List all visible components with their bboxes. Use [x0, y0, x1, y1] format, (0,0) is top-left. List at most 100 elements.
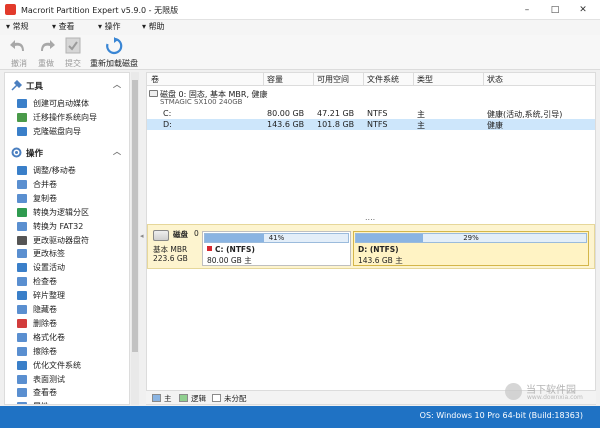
undo-icon: [10, 40, 24, 51]
partition-block-c[interactable]: 41% C: (NTFS) 80.00 GB 主: [202, 231, 351, 266]
status-bar: OS: Windows 10 Pro 64-bit (Build:18363): [0, 406, 600, 428]
menu-general[interactable]: ▾ 常规: [6, 21, 29, 32]
action-icon: [17, 221, 27, 231]
sidebar-action-ops-8[interactable]: 检查卷: [17, 275, 129, 288]
action-icon: [17, 179, 27, 189]
maximize-button[interactable]: □: [541, 0, 569, 20]
cell-vol: C:: [163, 109, 172, 118]
sidebar-action-ops-11[interactable]: 删除卷: [17, 317, 129, 330]
tools-icon: [11, 80, 22, 91]
sidebar-action-label: 属性: [33, 401, 49, 404]
action-icon: [17, 388, 27, 398]
action-icon: [17, 193, 27, 203]
sidebar-collapse-arrow-icon[interactable]: ◂: [140, 232, 144, 240]
partition-block-d[interactable]: 29% D: (NTFS) 143.6 GB 主: [353, 231, 589, 266]
menu-operations[interactable]: ▾ 操作: [98, 21, 121, 32]
watermark: 当下软件园 www.downxia.com: [505, 381, 597, 403]
sidebar-action-ops-17[interactable]: 属性: [17, 400, 129, 404]
minimize-button[interactable]: –: [513, 0, 541, 20]
legend-primary-label: 主: [164, 394, 172, 403]
sidebar-action-ops-6[interactable]: 更改标签: [17, 247, 129, 260]
refresh-icon: [106, 37, 123, 55]
sidebar-action-ops-3[interactable]: 转换为逻辑分区: [17, 206, 129, 219]
watermark-logo-icon: [505, 383, 522, 400]
cell-fs: NTFS: [367, 109, 388, 118]
collapse-chevron-icon[interactable]: ︿: [113, 146, 121, 157]
partition-row[interactable]: C: 80.00 GB 47.21 GB NTFS 主健康(活动,系统,引导): [147, 108, 595, 119]
disk-row[interactable]: 磁盘 0: 固态, 基本 MBR, 健康 STMAGIC SX100 240GB: [147, 87, 595, 107]
legend-primary-swatch: [152, 394, 161, 402]
sidebar-action-tools-2[interactable]: 克隆磁盘向导: [17, 125, 129, 138]
sidebar-action-label: 优化文件系统: [33, 360, 81, 370]
sidebar-action-ops-2[interactable]: 复制卷: [17, 192, 129, 205]
undo-label: 撤消: [11, 59, 27, 68]
main-panel: 卷 容量 可用空间 文件系统 类型 状态 磁盘 0: 固态, 基本 MBR, 健…: [146, 72, 596, 405]
redo-icon: [41, 40, 55, 51]
sidebar: 工具 ︿ 创建可启动媒体 迁移操作系统向导 克隆磁盘向导 操作 ︿ 调整/移动卷 合并…: [4, 72, 130, 405]
redo-button[interactable]: 重做: [36, 37, 56, 69]
undo-button[interactable]: 撤消: [9, 37, 29, 69]
sidebar-action-label: 迁移操作系统向导: [33, 112, 97, 122]
sidebar-action-ops-12[interactable]: 格式化卷: [17, 331, 129, 344]
sidebar-action-label: 调整/移动卷: [33, 166, 76, 175]
cell-capacity: 143.6 GB: [267, 120, 305, 129]
cell-free: 47.21 GB: [317, 109, 355, 118]
partition-row[interactable]: D: 143.6 GB 101.8 GB NTFS 主 健康: [147, 119, 595, 130]
sidebar-action-label: 克隆磁盘向导: [33, 126, 81, 136]
col-capacity[interactable]: 容量: [267, 74, 283, 85]
sidebar-action-label: 转换为逻辑分区: [33, 207, 89, 217]
sidebar-action-ops-5[interactable]: 更改驱动器盘符: [17, 234, 129, 247]
action-icon: [17, 305, 27, 314]
sidebar-scroll-thumb[interactable]: [132, 80, 138, 352]
sidebar-action-ops-10[interactable]: 隐藏卷: [17, 303, 129, 316]
cell-capacity: 80.00 GB: [267, 109, 305, 118]
sidebar-action-ops-0[interactable]: 调整/移动卷: [17, 164, 129, 177]
sidebar-action-label: 查看卷: [33, 388, 57, 398]
collapse-chevron-icon[interactable]: ︿: [113, 79, 121, 90]
sidebar-action-tools-0[interactable]: 创建可启动媒体: [17, 97, 129, 110]
title-bar: Macrorit Partition Expert v5.9.0 - 无限版 –…: [0, 0, 600, 20]
disk-map: 磁盘 0 基本 MBR 223.6 GB 41% C: (NTFS) 80.00…: [147, 224, 595, 269]
sidebar-action-label: 复制卷: [33, 193, 57, 203]
action-icon: [17, 402, 27, 404]
tools-section-header[interactable]: 工具 ︿: [5, 79, 129, 93]
sidebar-action-ops-9[interactable]: 碎片整理: [17, 289, 129, 302]
col-free-space[interactable]: 可用空间: [317, 74, 349, 85]
sidebar-action-label: 格式化卷: [33, 332, 65, 342]
sidebar-action-ops-14[interactable]: 优化文件系统: [17, 359, 129, 372]
action-icon: [17, 263, 27, 273]
column-header-row: 卷 容量 可用空间 文件系统 类型 状态: [147, 73, 595, 86]
operations-section-header[interactable]: 操作 ︿: [5, 146, 129, 160]
col-type[interactable]: 类型: [417, 74, 433, 85]
sidebar-action-label: 创建可启动媒体: [33, 99, 89, 108]
commit-label: 提交: [65, 59, 81, 68]
sidebar-action-ops-13[interactable]: 擦除卷: [17, 345, 129, 358]
col-status[interactable]: 状态: [487, 74, 503, 85]
sidebar-action-label: 合并卷: [33, 179, 57, 189]
reload-disks-button[interactable]: 重新加载磁盘: [90, 37, 138, 69]
sidebar-action-ops-15[interactable]: 表面测试: [17, 373, 129, 386]
close-button[interactable]: ✕: [569, 0, 597, 20]
sidebar-action-ops-16[interactable]: 查看卷: [17, 386, 129, 399]
pane-splitter[interactable]: ....: [365, 213, 375, 222]
menu-view[interactable]: ▾ 查看: [52, 21, 75, 32]
sidebar-action-label: 更改标签: [33, 249, 65, 259]
sidebar-action-tools-1[interactable]: 迁移操作系统向导: [17, 111, 129, 124]
sidebar-action-label: 设置活动: [33, 263, 65, 273]
sidebar-scrollbar[interactable]: [131, 72, 139, 405]
os-info: OS: Windows 10 Pro 64-bit (Build:18363): [419, 411, 583, 420]
sidebar-action-label: 隐藏卷: [33, 305, 57, 314]
menu-help[interactable]: ▾ 帮助: [142, 21, 165, 32]
sidebar-action-ops-4[interactable]: 转换为 FAT32: [17, 220, 129, 233]
sidebar-action-ops-7[interactable]: 设置活动: [17, 261, 129, 274]
cell-vol: D:: [163, 120, 172, 129]
cell-fs: NTFS: [367, 120, 388, 129]
col-volume[interactable]: 卷: [151, 74, 159, 85]
action-icon: [17, 112, 27, 122]
col-filesystem[interactable]: 文件系统: [367, 74, 399, 85]
commit-button[interactable]: 提交: [63, 37, 83, 69]
toolbar: 撤消 重做 提交 重新加载磁盘: [0, 35, 600, 70]
map-disk-label: 磁盘: [173, 230, 188, 239]
legend-logical-label: 逻辑: [191, 394, 206, 403]
sidebar-action-ops-1[interactable]: 合并卷: [17, 178, 129, 191]
